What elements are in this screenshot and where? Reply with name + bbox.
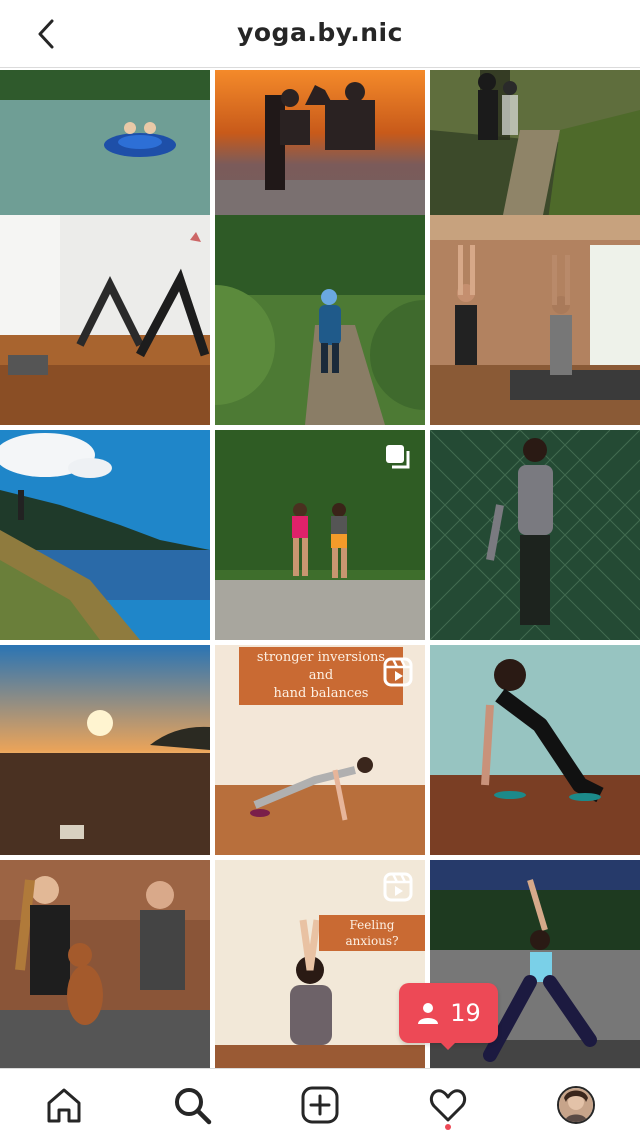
caption-line: Feeling anxious?: [345, 918, 399, 948]
home-icon: [47, 1088, 81, 1123]
notification-count: 19: [450, 999, 481, 1027]
post-tile[interactable]: [0, 215, 210, 425]
reel-caption-overlay: Feeling anxious?: [319, 915, 425, 951]
post-tile[interactable]: [215, 215, 425, 425]
post-tile[interactable]: [430, 645, 640, 855]
notification-pointer: [438, 1040, 458, 1050]
caption-line: hand balances: [273, 686, 369, 701]
profile-avatar: [557, 1086, 595, 1124]
tab-profile[interactable]: [554, 1083, 598, 1127]
post-tile[interactable]: [215, 430, 425, 640]
reels-icon: [383, 657, 413, 687]
reels-icon: [383, 872, 413, 902]
post-tile[interactable]: [0, 860, 210, 1070]
post-grid: stronger inversions and hand balances Fe…: [0, 70, 640, 1070]
post-tile[interactable]: Feeling anxious?: [215, 860, 425, 1070]
person-icon: [418, 1003, 439, 1024]
post-tile[interactable]: stronger inversions and hand balances: [215, 645, 425, 855]
search-icon: [175, 1088, 212, 1125]
carousel-icon: [386, 445, 410, 469]
bottom-tab-bar: [0, 1068, 640, 1138]
tab-activity[interactable]: [426, 1083, 470, 1127]
caption-line: stronger inversions and: [256, 650, 386, 683]
profile-username-title: yoga.by.nic: [237, 18, 403, 47]
new-post-icon: [301, 1086, 339, 1124]
post-tile[interactable]: [0, 645, 210, 855]
reel-caption-overlay: stronger inversions and hand balances: [239, 647, 403, 705]
tab-search[interactable]: [170, 1083, 214, 1127]
post-tile[interactable]: [0, 430, 210, 640]
tab-home[interactable]: [42, 1083, 86, 1127]
activity-indicator-dot: [445, 1124, 451, 1130]
post-tile[interactable]: [430, 215, 640, 425]
follower-notification-badge[interactable]: 19: [399, 983, 498, 1043]
tab-new-post[interactable]: [298, 1083, 342, 1127]
post-tile[interactable]: [430, 430, 640, 640]
activity-heart-icon: [429, 1089, 467, 1122]
header: yoga.by.nic: [0, 0, 640, 68]
